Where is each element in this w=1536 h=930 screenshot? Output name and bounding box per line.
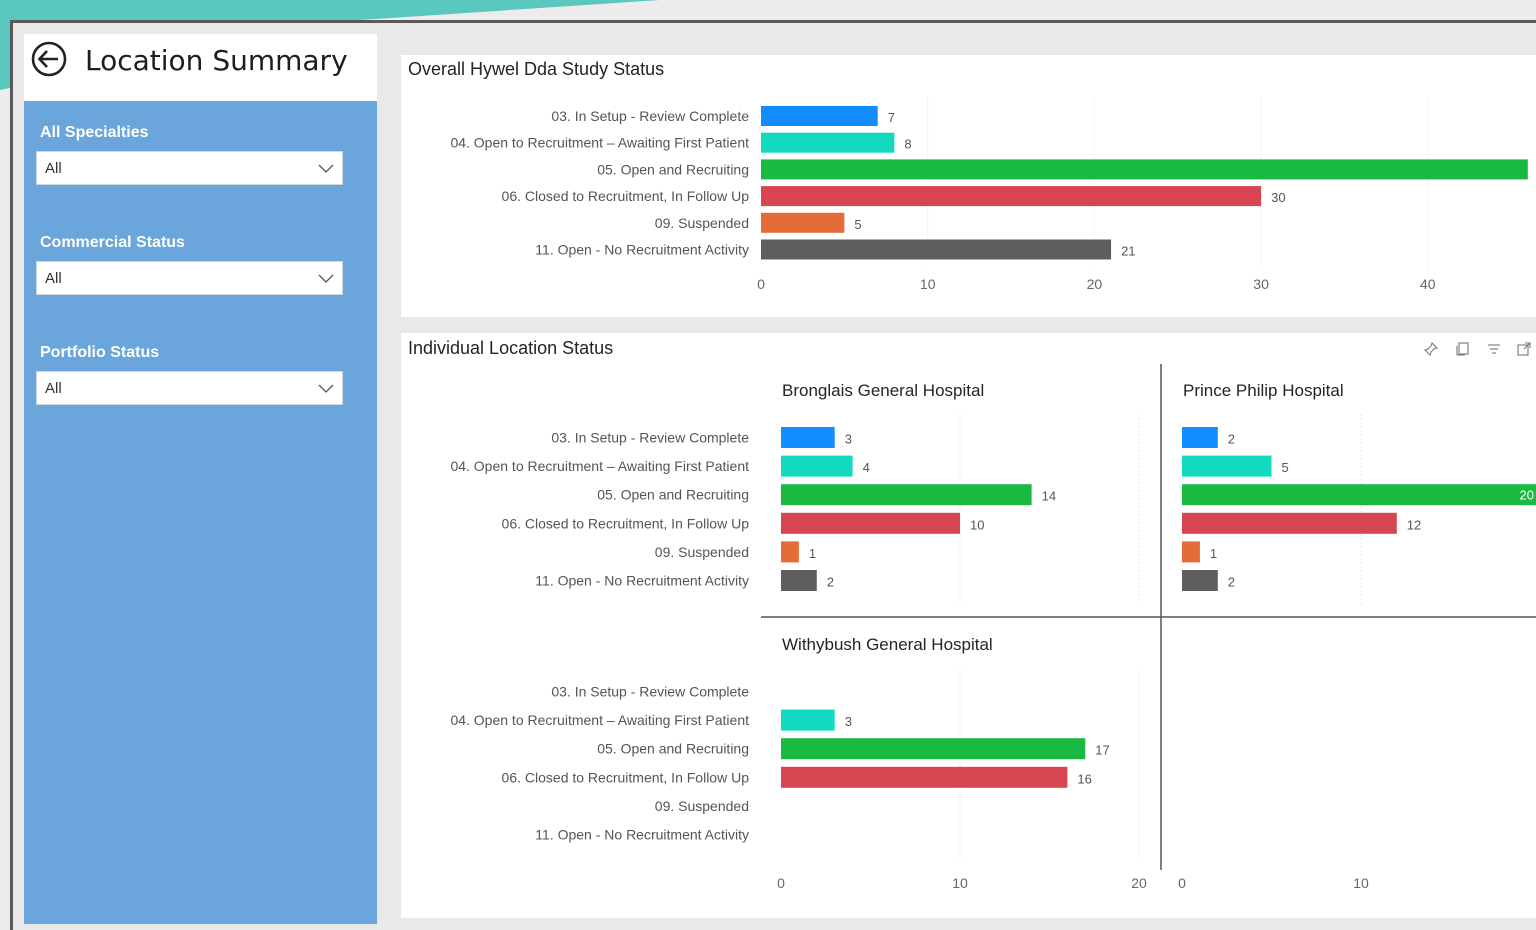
data-label: 16 (1077, 771, 1091, 786)
bar (1182, 512, 1397, 534)
small-chart-title: Prince Philip Hospital (1183, 381, 1344, 400)
chevron-down-icon (318, 164, 334, 173)
bar (1182, 541, 1200, 563)
data-label: 7 (888, 110, 895, 125)
x-tick-label: 0 (757, 276, 765, 292)
bar (761, 106, 878, 126)
focus-mode-icon[interactable] (1516, 341, 1532, 357)
copy-icon[interactable] (1455, 341, 1471, 357)
bar (1182, 427, 1218, 448)
data-label: 17 (1095, 743, 1109, 758)
data-label: 5 (854, 217, 861, 232)
portfolio-status-dropdown[interactable]: All (36, 371, 343, 405)
category-label: 03. In Setup - Review Complete (551, 430, 749, 446)
bar (761, 159, 1528, 180)
x-tick-label: 10 (920, 276, 936, 292)
specialties-dropdown-value: All (45, 160, 62, 177)
data-label: 20 (1520, 488, 1534, 503)
pin-icon[interactable] (1423, 341, 1439, 357)
bar (781, 427, 835, 448)
small-chart-title: Bronglais General Hospital (782, 381, 984, 400)
data-label: 14 (1042, 489, 1056, 504)
category-label: 05. Open and Recruiting (597, 487, 749, 503)
bar (781, 512, 960, 534)
bar (1182, 484, 1536, 506)
data-label: 3 (845, 714, 852, 729)
category-label: 05. Open and Recruiting (597, 741, 749, 757)
portfolio-status-dropdown-value: All (45, 380, 62, 397)
data-label: 1 (1210, 546, 1217, 561)
bar (781, 541, 799, 563)
data-label: 1 (809, 546, 816, 561)
data-label: 8 (904, 137, 911, 152)
category-label: 06. Closed to Recruitment, In Follow Up (502, 769, 750, 785)
back-arrow-circle-icon[interactable] (30, 40, 68, 78)
overall-status-title: Overall Hywel Dda Study Status (408, 59, 665, 79)
category-label: 04. Open to Recruitment – Awaiting First… (450, 135, 749, 151)
x-tick-label: 30 (1253, 276, 1269, 292)
individual-location-charts: 03. In Setup - Review Complete 04. Open t… (450, 364, 1536, 891)
x-tick-label: 40 (1420, 276, 1436, 292)
specialties-dropdown[interactable]: All (36, 151, 343, 185)
portfolio-status-filter-label: Portfolio Status (40, 344, 160, 361)
category-label: 09. Suspended (655, 215, 749, 231)
category-label: 03. In Setup - Review Complete (551, 684, 749, 700)
data-label: 30 (1271, 190, 1285, 205)
data-label: 10 (970, 517, 984, 532)
bar (761, 132, 895, 153)
data-label: 2 (1228, 575, 1235, 590)
bar (781, 766, 1068, 788)
category-label: 05. Open and Recruiting (597, 161, 749, 177)
category-label: 03. In Setup - Review Complete (551, 108, 749, 124)
specialties-filter-label: All Specialties (40, 124, 149, 141)
x-tick-label: 20 (1131, 875, 1147, 891)
x-tick-label: 0 (1178, 875, 1186, 891)
bar (761, 212, 845, 233)
chevron-down-icon (318, 274, 334, 283)
bar (761, 186, 1262, 207)
data-label: 4 (863, 460, 870, 475)
category-label: 11. Open - No Recruitment Activity (535, 573, 749, 589)
small-chart-title: Withybush General Hospital (782, 635, 993, 654)
x-tick-label: 10 (1353, 875, 1369, 891)
chevron-down-icon (318, 384, 334, 393)
individual-status-title: Individual Location Status (408, 338, 614, 358)
data-label: 5 (1282, 460, 1289, 475)
category-label: 09. Suspended (655, 544, 749, 560)
category-label: 04. Open to Recruitment – Awaiting First… (450, 458, 749, 474)
commercial-status-filter-label: Commercial Status (40, 234, 185, 251)
data-label: 3 (845, 432, 852, 447)
bar (1182, 455, 1272, 477)
category-label: 06. Closed to Recruitment, In Follow Up (502, 188, 750, 204)
commercial-status-dropdown[interactable]: All (36, 261, 343, 295)
bar (1182, 570, 1218, 591)
bar (781, 455, 853, 477)
data-label: 21 (1121, 244, 1135, 259)
category-label: 11. Open - No Recruitment Activity (535, 242, 749, 258)
data-label: 2 (1228, 432, 1235, 447)
x-tick-label: 10 (952, 875, 968, 891)
bar (781, 709, 835, 731)
category-label: 04. Open to Recruitment – Awaiting First… (450, 712, 749, 728)
category-label: 11. Open - No Recruitment Activity (535, 827, 749, 843)
page-title: Location Summary (85, 44, 348, 77)
x-tick-label: 0 (777, 875, 785, 891)
bar (781, 484, 1032, 506)
bar (781, 570, 817, 591)
data-label: 12 (1407, 517, 1421, 532)
bar (781, 738, 1086, 760)
bar (761, 239, 1112, 260)
overall-status-chart: 03. In Setup - Review Complete 7 04. Open … (450, 98, 1528, 292)
commercial-status-dropdown-value: All (45, 270, 62, 287)
category-label: 09. Suspended (655, 798, 749, 814)
filter-icon[interactable] (1486, 341, 1502, 357)
data-label: 2 (827, 575, 834, 590)
x-tick-label: 20 (1087, 276, 1103, 292)
category-label: 06. Closed to Recruitment, In Follow Up (502, 515, 750, 531)
